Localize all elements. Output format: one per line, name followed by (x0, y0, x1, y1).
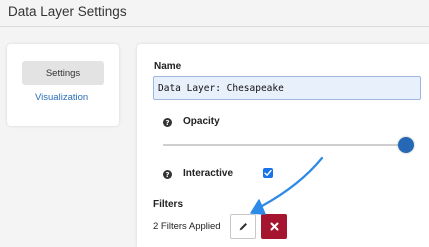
title-divider (0, 26, 429, 27)
interactive-label: Interactive (183, 168, 234, 179)
opacity-slider-track[interactable] (163, 144, 406, 146)
interactive-help-icon[interactable]: ? (163, 170, 172, 179)
filters-label: Filters (153, 199, 184, 210)
checkmark-icon (264, 169, 272, 176)
times-icon (270, 222, 278, 231)
edit-filters-button[interactable] (230, 214, 256, 239)
sidebar-item-visualization[interactable]: Visualization (35, 92, 88, 103)
name-input[interactable] (153, 76, 421, 100)
name-label: Name (154, 61, 182, 72)
filters-status: 2 Filters Applied (153, 221, 221, 232)
opacity-slider-handle[interactable] (398, 137, 414, 153)
opacity-label: Opacity (183, 116, 220, 127)
sidebar-item-settings[interactable]: Settings (22, 61, 104, 85)
opacity-help-icon[interactable]: ? (163, 118, 172, 127)
pencil-icon (239, 223, 247, 231)
dialog-title: Data Layer Settings (8, 4, 127, 19)
sidebar-panel: Settings Visualization (7, 44, 119, 126)
delete-filters-button[interactable] (261, 214, 287, 239)
interactive-checkbox[interactable] (263, 168, 273, 178)
settings-panel: Name ? Opacity ? Interactive Filters 2 F… (137, 44, 429, 247)
